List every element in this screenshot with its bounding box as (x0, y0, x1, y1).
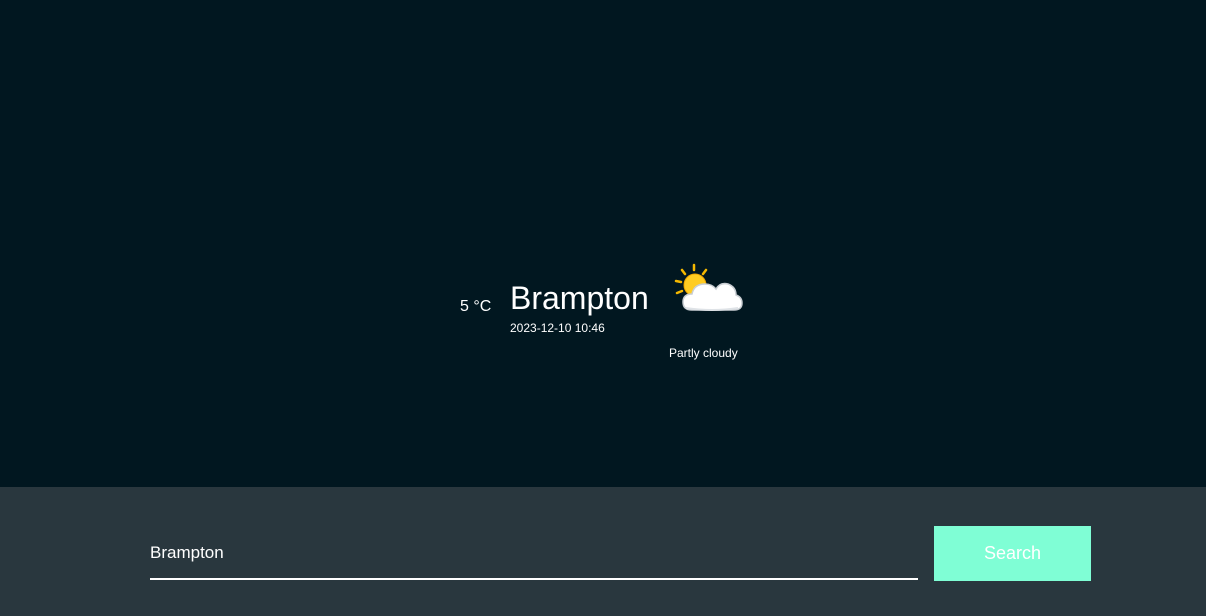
date-time: 2023-12-10 10:46 (510, 321, 605, 335)
condition-text: Partly cloudy (669, 346, 738, 360)
city-name: Brampton (510, 280, 649, 316)
search-input[interactable] (150, 528, 918, 580)
temperature: 5 °C (460, 298, 492, 315)
partly-cloudy-icon (672, 262, 744, 318)
weather-panel: 5 °C Brampton 2023-12-10 10:46 Partly cl… (0, 0, 1206, 487)
search-button[interactable]: Search (934, 526, 1091, 581)
